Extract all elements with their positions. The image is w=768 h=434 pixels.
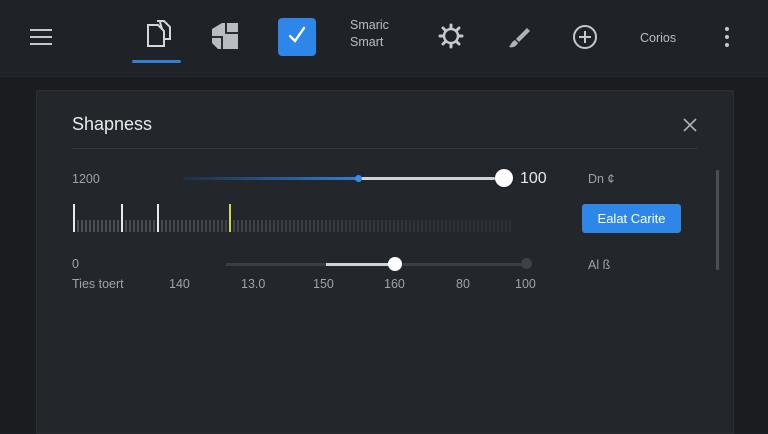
layers-icon[interactable] [209,20,241,52]
slider1-min-label: 1200 [72,172,100,186]
secondary-slider-fill [326,263,394,266]
top-toolbar: Smaric Smart Corios [0,0,768,79]
axis-tick-label: 80 [456,277,470,291]
add-circle-icon[interactable] [571,23,599,51]
check-icon [286,24,308,51]
slider2-unit-label: Al ß [588,258,611,272]
sharpness-value: 100 [520,170,547,187]
axis-tick-label: 13.0 [241,277,266,291]
sharpness-slider-marker [355,175,362,182]
axis-tick-label: 150 [313,277,334,291]
sharpness-slider-handle[interactable] [495,169,513,187]
axis-tick-label: 160 [384,277,405,291]
axis-tick-label: 140 [169,277,190,291]
slider2-min-label: 0 [72,257,79,271]
sharpness-dialog [36,90,734,434]
axis-caption: Ties toert [72,277,124,291]
sharpness-slider-fill [183,177,358,180]
menu-icon[interactable] [29,26,53,48]
smart-mode-label[interactable]: Smaric Smart [350,17,389,51]
secondary-slider-end-stop [521,258,532,269]
active-tab-indicator [132,60,181,63]
apply-button[interactable]: Ealat Carite [582,204,681,233]
divider [72,148,698,149]
scrollbar[interactable] [716,170,719,270]
smart-label-line1: Smaric [350,18,389,32]
check-button[interactable] [278,18,316,56]
more-vert-icon[interactable] [720,24,734,50]
corios-label[interactable]: Corios [640,31,676,45]
document-icon[interactable] [143,18,173,50]
brush-icon[interactable] [506,24,532,50]
close-icon[interactable] [680,115,700,135]
tick-strip [73,204,511,232]
axis-tick-label: 100 [515,277,536,291]
settings-icon[interactable] [437,22,465,50]
smart-label-line2: Smart [350,35,384,49]
dialog-title: Shapness [72,114,153,134]
secondary-slider-handle[interactable] [388,257,402,271]
slider1-unit-label: Dn ¢ [588,172,615,186]
